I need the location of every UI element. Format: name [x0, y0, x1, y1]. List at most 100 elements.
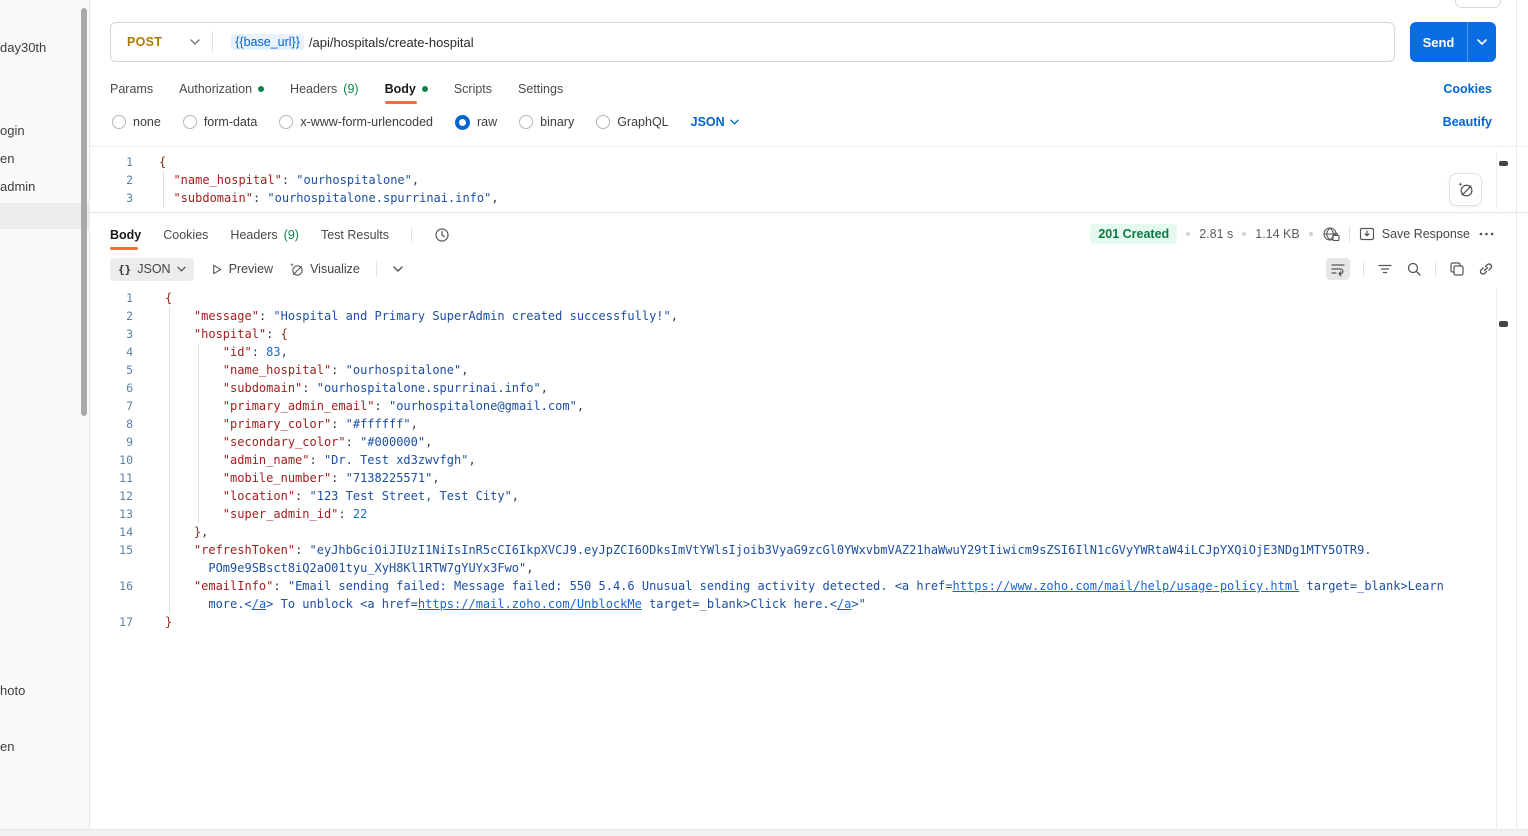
response-link[interactable]: https://mail.zoho.com/UnblockMe	[418, 597, 642, 611]
code-text: "admin_name": "Dr. Test xd3zwvfgh",	[145, 451, 476, 469]
mode-form-data[interactable]: form-data	[183, 115, 258, 129]
postbot-button[interactable]	[1449, 173, 1482, 206]
green-dot-icon	[422, 86, 428, 92]
sidebar-item[interactable]: en	[0, 739, 14, 755]
copy-link-button[interactable]	[1478, 261, 1494, 277]
line-number: 10	[90, 451, 145, 469]
sidebar-scrollbar[interactable]	[81, 8, 87, 416]
response-toolbar: {} JSON Preview	[110, 257, 403, 281]
divider	[1349, 226, 1350, 242]
tab-headers[interactable]: Headers(9)	[290, 82, 359, 96]
filter-button[interactable]	[1377, 261, 1393, 277]
send-button-group: Send	[1410, 22, 1496, 62]
sidebar-item[interactable]: hoto	[0, 683, 25, 699]
mode-raw[interactable]: raw	[455, 115, 497, 130]
code-text: "super_admin_id": 22	[145, 505, 367, 523]
response-scrollbar-track[interactable]	[1496, 289, 1509, 828]
code-text: "id": 83,	[145, 343, 288, 361]
language-select[interactable]: JSON	[691, 115, 739, 129]
url-variable-chip[interactable]: {{base_url}}	[231, 34, 304, 50]
tab-body[interactable]: Body	[385, 82, 428, 96]
status-badge: 201 Created	[1090, 224, 1177, 244]
history-clock-icon[interactable]	[434, 227, 450, 243]
wrap-text-button[interactable]	[1326, 258, 1350, 280]
code-line: 1{	[90, 153, 1528, 171]
search-button[interactable]	[1406, 261, 1422, 277]
radio-icon	[596, 115, 610, 129]
response-tab-body[interactable]: Body	[110, 228, 141, 242]
code-text: "name_hospital": "ourhospitalone",	[145, 171, 419, 189]
code-line: 3 "subdomain": "ourhospitalone.spurrinai…	[90, 189, 1528, 207]
code-text: }	[145, 613, 172, 631]
tab-params[interactable]: Params	[110, 82, 153, 96]
beautify-link[interactable]: Beautify	[1443, 115, 1492, 129]
editor-scrollbar-thumb[interactable]	[1499, 161, 1508, 166]
format-select[interactable]: {} JSON	[110, 258, 194, 281]
cookies-link[interactable]: Cookies	[1443, 82, 1492, 96]
copy-button[interactable]	[1449, 261, 1465, 277]
code-text: "primary_admin_email": "ourhospitalone@g…	[145, 397, 584, 415]
sidebar-item[interactable]: admin	[0, 179, 35, 195]
code-line: 4 "id": 83,	[90, 343, 1508, 361]
code-line: POm9e9SBsct8iQ2aO01tyu_XyH8Kl1RTW7gYUYx3…	[90, 559, 1508, 577]
globe-lock-icon[interactable]	[1322, 226, 1340, 242]
link-icon	[1478, 261, 1494, 277]
visualize-button[interactable]: Visualize	[289, 262, 360, 277]
request-body-editor[interactable]: 1{2 "name_hospital": "ourhospitalone",3 …	[90, 146, 1528, 213]
radio-icon	[183, 115, 197, 129]
response-tab-test-results[interactable]: Test Results	[321, 228, 389, 242]
tab-authorization[interactable]: Authorization	[179, 82, 264, 96]
sidebar-item[interactable]: day30th	[0, 40, 46, 56]
line-number: 7	[90, 397, 145, 415]
tab-scripts[interactable]: Scripts	[454, 82, 492, 96]
separator-dot	[1186, 232, 1190, 236]
response-body-viewer[interactable]: 1{2 "message": "Hospital and Primary Sup…	[90, 289, 1508, 631]
code-line: 5 "name_hospital": "ourhospitalone",	[90, 361, 1508, 379]
line-number: 12	[90, 487, 145, 505]
code-line: 17}	[90, 613, 1508, 631]
response-tab-headers[interactable]: Headers(9)	[230, 228, 299, 242]
request-tabs: Params Authorization Headers(9) Body Scr…	[110, 76, 1492, 102]
mode-x-www-form-urlencoded[interactable]: x-www-form-urlencoded	[279, 115, 433, 129]
sidebar: day30th ogin en admin hoto en	[0, 0, 90, 836]
send-button[interactable]: Send	[1410, 22, 1467, 62]
line-number: 11	[90, 469, 145, 487]
response-link[interactable]: /a	[252, 597, 266, 611]
code-line: 3 "hospital": {	[90, 325, 1508, 343]
code-text: {	[145, 289, 172, 307]
response-size: 1.14 KB	[1255, 227, 1299, 241]
sidebar-item[interactable]: en	[0, 151, 14, 167]
method-dropdown[interactable]: POST	[111, 35, 212, 49]
editor-scrollbar-track[interactable]	[1496, 151, 1509, 209]
copy-icon	[1449, 261, 1465, 277]
tab-settings[interactable]: Settings	[518, 82, 563, 96]
more-actions-icon[interactable]	[1479, 232, 1494, 236]
line-number: 2	[90, 171, 145, 189]
line-number: 13	[90, 505, 145, 523]
response-scrollbar-thumb[interactable]	[1499, 321, 1508, 327]
preview-button[interactable]: Preview	[210, 262, 273, 276]
save-response-button[interactable]: Save Response	[1359, 226, 1470, 242]
partial-top-button[interactable]	[1455, 0, 1501, 8]
chevron-down-icon	[730, 119, 739, 125]
line-number: 14	[90, 523, 145, 541]
code-line: 16 "emailInfo": "Email sending failed: M…	[90, 577, 1508, 595]
separator-dot	[1242, 232, 1246, 236]
mode-none[interactable]: none	[112, 115, 161, 129]
line-number: 1	[90, 153, 145, 171]
mode-graphql[interactable]: GraphQL	[596, 115, 668, 129]
url-input[interactable]: {{base_url}} /api/hospitals/create-hospi…	[231, 34, 473, 50]
filter-icon	[1377, 261, 1393, 277]
response-link[interactable]: https://www.zoho.com/mail/help/usage-pol…	[953, 579, 1300, 593]
code-text: "subdomain": "ourhospitalone.spurrinai.i…	[145, 189, 499, 207]
send-options-button[interactable]	[1467, 22, 1496, 62]
sidebar-item[interactable]: ogin	[0, 123, 25, 139]
code-line: 11 "mobile_number": "7138225571",	[90, 469, 1508, 487]
response-link[interactable]: /a	[837, 597, 851, 611]
indent-guide	[169, 307, 170, 613]
chevron-down-icon[interactable]	[393, 266, 403, 272]
mode-binary[interactable]: binary	[519, 115, 574, 129]
response-tab-cookies[interactable]: Cookies	[163, 228, 208, 242]
divider	[1435, 261, 1436, 277]
sidebar-selected-row[interactable]	[0, 203, 89, 229]
